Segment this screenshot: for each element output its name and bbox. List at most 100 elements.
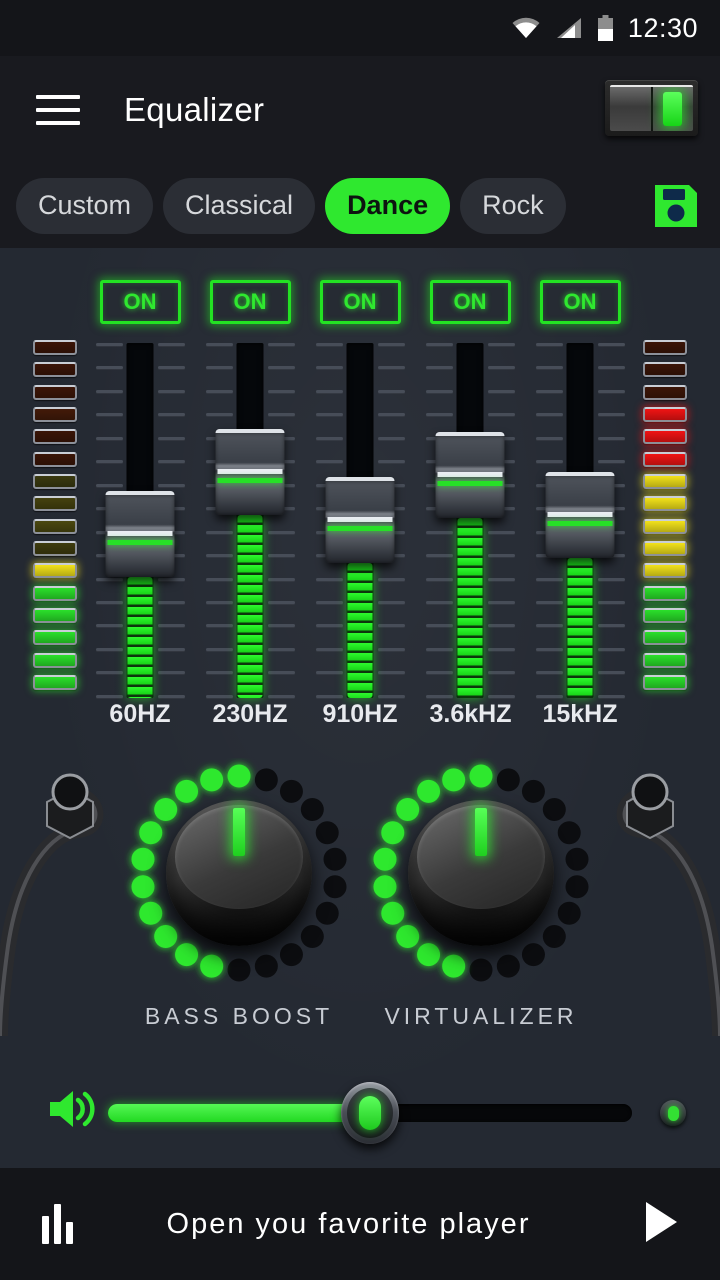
preset-chip-dance[interactable]: Dance: [325, 177, 451, 234]
speaker-volume-icon[interactable]: [46, 1088, 96, 1135]
preset-chip-rock[interactable]: Rock: [460, 177, 566, 234]
volume-max-dot-icon[interactable]: [660, 1100, 686, 1126]
knob-dot-off: [521, 779, 545, 803]
power-led-icon: [663, 92, 682, 126]
volume-track[interactable]: [108, 1082, 632, 1144]
vu-segment: [643, 540, 687, 556]
slider-fill: [457, 518, 483, 698]
vu-segment: [33, 540, 77, 556]
slider-fill: [567, 558, 593, 698]
band-slider-3.6khz[interactable]: [425, 343, 515, 698]
band-slider-60hz[interactable]: [95, 343, 185, 698]
vu-segment: [643, 340, 687, 355]
vu-segment: [33, 473, 77, 489]
knob-dot-lit: [227, 764, 251, 788]
vu-segment: [643, 674, 687, 690]
power-toggle-switch[interactable]: [605, 80, 698, 136]
player-prompt-text: Open you favorite player: [166, 1207, 531, 1240]
knob-dot-off: [565, 847, 589, 871]
knob-dot-off: [565, 875, 589, 899]
freq-label-0: 60HZ: [109, 700, 171, 728]
virtualizer-knob[interactable]: VIRTUALIZER: [366, 758, 596, 1058]
knob-dot-off: [323, 847, 347, 871]
knob-dot-lit: [131, 847, 155, 871]
vu-segment: [643, 630, 687, 646]
slider-fill: [347, 563, 373, 698]
knob-dot-off: [315, 901, 339, 925]
knob-dot-lit: [139, 901, 163, 925]
status-bar: 12:30: [0, 0, 720, 56]
volume-fill: [108, 1104, 370, 1122]
knob-dot-off: [315, 821, 339, 845]
knob-dot-lit: [442, 768, 466, 792]
slider-fill: [127, 577, 153, 698]
band-sliders: [0, 343, 720, 698]
knob-dot-lit: [200, 768, 224, 792]
vu-segment: [33, 518, 77, 534]
knob-dot-lit: [175, 779, 199, 803]
vu-segment: [33, 585, 77, 601]
knob-dot-lit: [373, 875, 397, 899]
knob-dot-lit: [442, 954, 466, 978]
slider-thumb[interactable]: [435, 432, 505, 518]
slider-thumb[interactable]: [325, 477, 395, 563]
vu-segment: [643, 429, 687, 445]
vu-segment: [33, 607, 77, 623]
slider-ticks-left: [425, 343, 453, 698]
wifi-icon: [511, 16, 541, 40]
knob-dot-lit: [131, 875, 155, 899]
knob-dot-off: [254, 954, 278, 978]
band-toggle-3.6khz[interactable]: ON: [429, 280, 511, 324]
vu-segment: [643, 496, 687, 512]
save-preset-button[interactable]: [648, 178, 704, 234]
vu-segment: [33, 340, 77, 355]
knob-dot-lit: [469, 764, 493, 788]
volume-thumb[interactable]: [341, 1082, 399, 1144]
band-slider-230hz[interactable]: [205, 343, 295, 698]
slider-ticks-left: [205, 343, 233, 698]
play-triangle-icon[interactable]: [644, 1201, 678, 1248]
slider-thumb[interactable]: [105, 491, 175, 577]
hamburger-menu-icon[interactable]: [36, 94, 80, 125]
slider-thumb[interactable]: [215, 429, 285, 515]
slider-ticks-right: [267, 343, 295, 698]
preset-chip-custom[interactable]: Custom: [16, 177, 154, 234]
band-toggle-230hz[interactable]: ON: [209, 280, 291, 324]
knob-dot-off: [300, 925, 324, 949]
band-toggle-910hz[interactable]: ON: [319, 280, 401, 324]
band-toggle-60hz[interactable]: ON: [99, 280, 181, 324]
frequency-labels: 60HZ 230HZ 910HZ 3.6kHZ 15kHZ: [0, 700, 720, 729]
vu-segment: [33, 652, 77, 668]
right-channel-vu-meter: [643, 340, 687, 690]
vu-segment: [643, 473, 687, 489]
volume-slider-row: [0, 1068, 720, 1148]
freq-label-2: 910HZ: [322, 700, 398, 728]
knob-dot-lit: [175, 943, 199, 967]
band-slider-15khz[interactable]: [535, 343, 625, 698]
left-channel-vu-meter: [33, 340, 77, 690]
signal-icon: [555, 16, 583, 40]
slider-thumb[interactable]: [545, 472, 615, 558]
vu-segment: [643, 384, 687, 400]
virtualizer-pointer-icon: [475, 808, 487, 856]
band-toggle-15khz[interactable]: ON: [539, 280, 621, 324]
band-enable-row: ON ON ON ON ON: [0, 280, 720, 324]
battery-icon: [597, 15, 614, 41]
preset-chip-classical[interactable]: Classical: [163, 177, 316, 234]
bottom-player-bar[interactable]: Open you favorite player: [0, 1168, 720, 1280]
band-slider-910hz[interactable]: [315, 343, 405, 698]
knob-dot-off: [542, 925, 566, 949]
vu-segment: [643, 406, 687, 422]
vu-segment: [33, 674, 77, 690]
vu-segment: [643, 451, 687, 467]
knob-dot-off: [469, 958, 493, 982]
vu-segment: [33, 451, 77, 467]
knob-dot-off: [279, 779, 303, 803]
knob-dot-lit: [381, 821, 405, 845]
freq-label-3: 3.6kHZ: [429, 700, 512, 728]
vu-segment: [33, 563, 77, 579]
status-time: 12:30: [627, 12, 698, 43]
bass-boost-knob[interactable]: BASS BOOST: [124, 758, 354, 1058]
knob-dot-off: [557, 901, 581, 925]
knob-dot-off: [323, 875, 347, 899]
